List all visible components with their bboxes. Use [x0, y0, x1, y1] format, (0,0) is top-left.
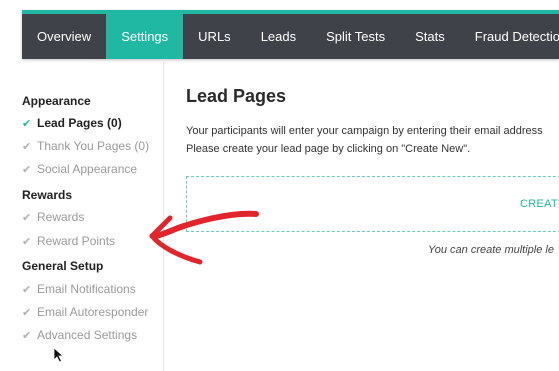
- create-new-button[interactable]: CREATE: [520, 198, 559, 210]
- sidebar-item-email-autoresponder[interactable]: ✔ Email Autoresponder: [22, 305, 148, 319]
- sidebar-item-thank-you-pages[interactable]: ✔ Thank You Pages (0): [22, 139, 149, 153]
- sidebar-group-general-setup: General Setup: [22, 259, 104, 273]
- check-icon: ✔: [22, 283, 32, 296]
- page-title: Lead Pages: [186, 86, 287, 106]
- sidebar-group-appearance: Appearance: [22, 94, 91, 108]
- sidebar-item-rewards[interactable]: ✔ Rewards: [22, 210, 84, 224]
- check-icon: ✔: [22, 140, 32, 153]
- sidebar-item-label: Email Notifications: [37, 282, 136, 296]
- sidebar-item-reward-points[interactable]: ✔ Reward Points: [22, 234, 115, 248]
- check-icon: ✔: [22, 163, 32, 176]
- sidebar-item-label: Reward Points: [37, 234, 116, 248]
- check-icon: ✔: [22, 329, 32, 342]
- sidebar-item-label: Thank You Pages (0): [37, 139, 150, 153]
- description-line-1: Your participants will enter your campai…: [186, 125, 543, 137]
- mouse-cursor-icon: [53, 347, 65, 363]
- tab-settings[interactable]: Settings: [106, 14, 184, 59]
- check-icon: ✔: [22, 235, 32, 248]
- multiple-pages-note: You can create multiple le: [428, 244, 554, 256]
- sidebar-item-advanced-settings[interactable]: ✔ Advanced Settings: [22, 328, 137, 342]
- tab-fraud-detection[interactable]: Fraud Detection: [460, 14, 559, 59]
- tab-split-tests[interactable]: Split Tests: [311, 14, 400, 59]
- sidebar-group-rewards: Rewards: [22, 188, 73, 202]
- tab-overview[interactable]: Overview: [22, 14, 106, 59]
- annotation-arrow-icon: [149, 210, 259, 265]
- tab-leads[interactable]: Leads: [246, 14, 311, 59]
- check-icon: ✔: [22, 211, 32, 224]
- top-nav-bar: Overview Settings URLs Leads Split Tests…: [22, 10, 559, 59]
- sidebar-item-label: Social Appearance: [37, 162, 138, 176]
- sidebar-item-label: Advanced Settings: [37, 328, 138, 342]
- tab-stats[interactable]: Stats: [400, 14, 460, 59]
- check-icon: ✔: [22, 117, 32, 130]
- tab-urls[interactable]: URLs: [183, 14, 246, 59]
- nav-tabs: Overview Settings URLs Leads Split Tests…: [22, 14, 559, 59]
- sidebar-item-social-appearance[interactable]: ✔ Social Appearance: [22, 162, 137, 176]
- sidebar-item-email-notifications[interactable]: ✔ Email Notifications: [22, 282, 136, 296]
- description-line-2: Please create your lead page by clicking…: [186, 143, 471, 155]
- sidebar-item-label: Email Autoresponder: [37, 305, 149, 319]
- check-icon: ✔: [22, 306, 32, 319]
- sidebar-item-label: Lead Pages (0): [37, 116, 122, 130]
- sidebar-item-label: Rewards: [37, 210, 85, 224]
- sidebar-item-lead-pages[interactable]: ✔ Lead Pages (0): [22, 116, 122, 130]
